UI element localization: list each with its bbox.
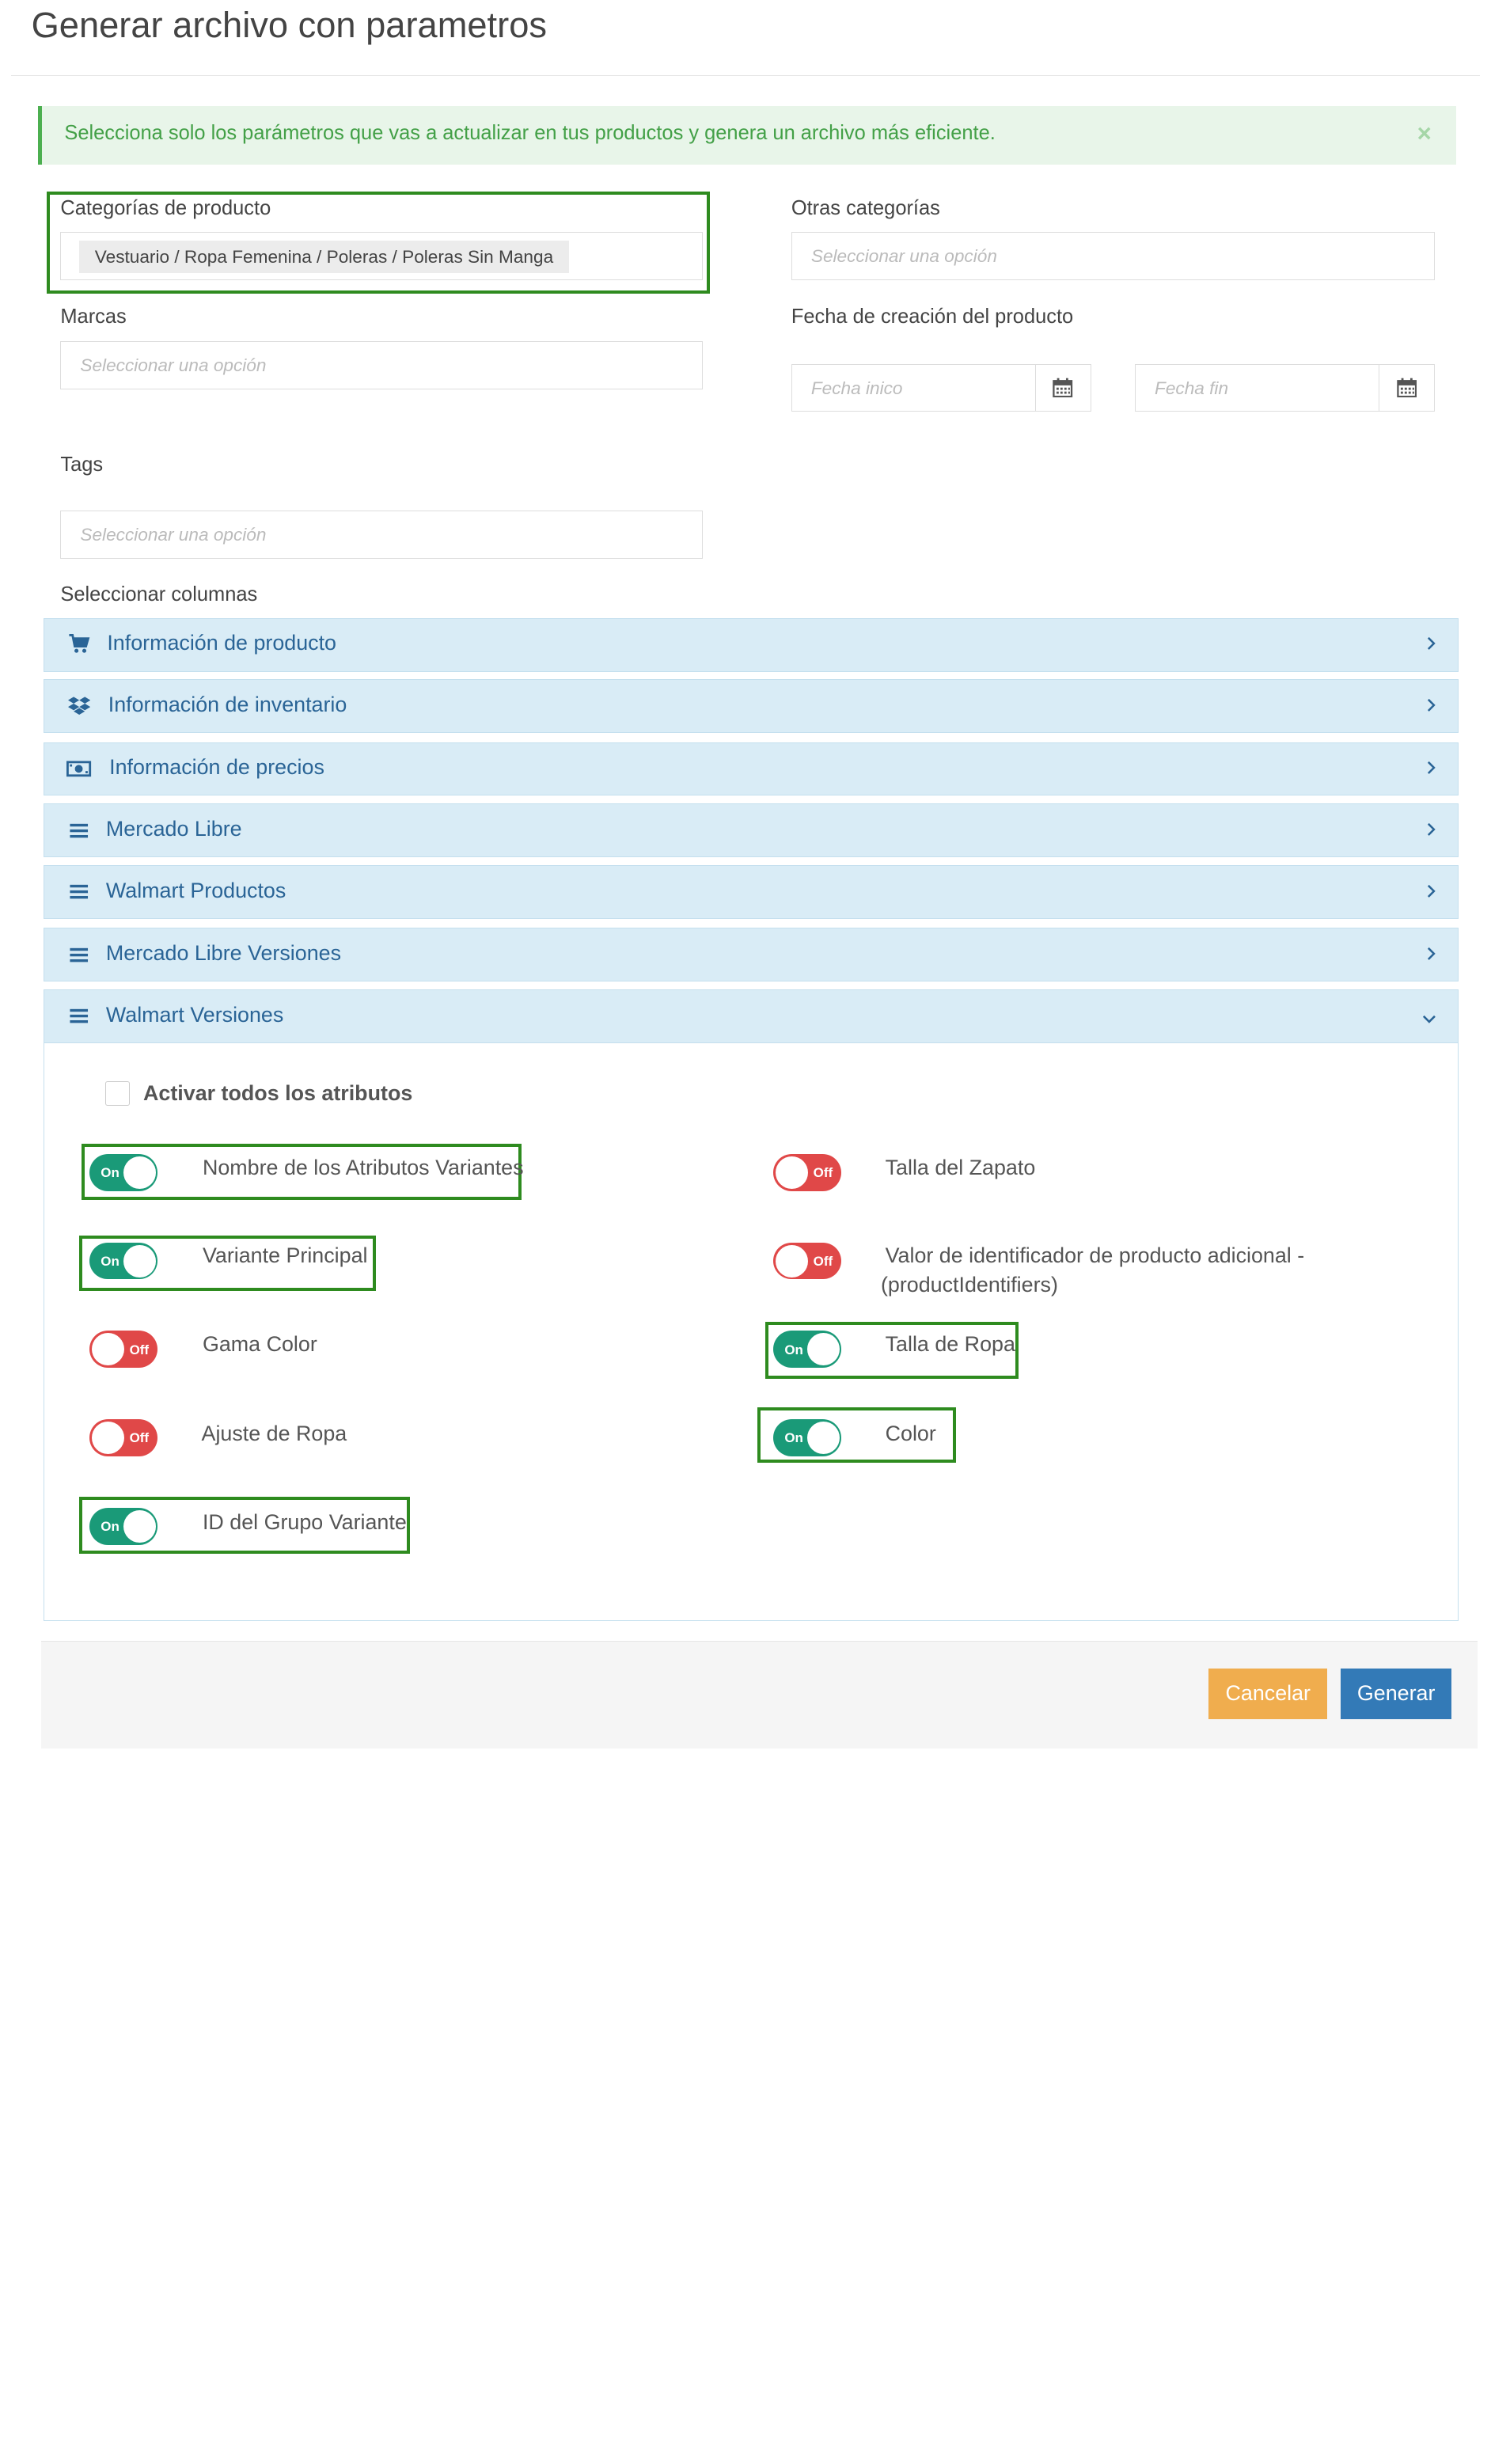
chevron-down-icon: [1421, 1009, 1437, 1030]
toggle-knob: [806, 1422, 840, 1455]
accordion-walmart-versiones[interactable]: Walmart Versiones: [44, 989, 1459, 1044]
list-icon: [66, 943, 91, 966]
chevron-right-icon: [1426, 760, 1437, 780]
attr-label: Valor de identificador de producto adici…: [880, 1243, 1305, 1297]
toggle-knob: [91, 1333, 124, 1366]
accordion-title: Walmart Versiones: [105, 1002, 284, 1027]
accordion-walmart-productos[interactable]: Walmart Productos: [44, 865, 1459, 920]
otras-categorias-label: Otras categorías: [791, 196, 940, 219]
toggle-knob: [776, 1244, 809, 1278]
attr-label: Gama Color: [202, 1332, 317, 1357]
toggle-state-text: On: [101, 1253, 120, 1269]
toggle-knob: [91, 1422, 124, 1455]
toggle-knob: [806, 1333, 840, 1366]
list-icon: [66, 881, 91, 903]
chevron-right-icon: [1426, 822, 1437, 842]
toggle-state-text: Off: [129, 1430, 150, 1446]
fecha-inicio-input[interactable]: Fecha inico: [791, 363, 1091, 412]
attr-label: Nombre de los Atributos Variantes: [202, 1155, 524, 1179]
attr-toggle-nombre-atributos-variantes[interactable]: On: [89, 1154, 158, 1191]
toggle-state-text: Off: [813, 1165, 833, 1181]
attr-label: Color: [885, 1422, 936, 1446]
attr-toggle-talla-ropa[interactable]: On: [773, 1331, 842, 1369]
accordion-title: Mercado Libre Versiones: [105, 940, 342, 965]
fecha-inicio-placeholder: Fecha inico: [810, 378, 903, 398]
list-icon: [66, 1005, 91, 1027]
money-icon: [66, 757, 92, 780]
attr-label: ID del Grupo Variante: [202, 1509, 407, 1534]
attr-toggle-color[interactable]: On: [773, 1419, 842, 1456]
dropbox-icon: [66, 695, 91, 717]
generate-button[interactable]: Generar: [1341, 1669, 1452, 1719]
toggle-knob: [123, 1244, 156, 1278]
accordion-title: Mercado Libre: [105, 816, 242, 841]
toggle-knob: [776, 1156, 809, 1189]
otras-categorias-placeholder: Seleccionar una opción: [810, 245, 997, 266]
toggle-state-text: On: [101, 1165, 120, 1181]
attr-toggle-variante-principal[interactable]: On: [89, 1242, 158, 1280]
toggle-knob: [123, 1156, 156, 1189]
info-alert: Selecciona solo los parámetros que vas a…: [38, 106, 1456, 165]
accordion-informacion-producto[interactable]: Información de producto: [44, 617, 1459, 672]
marcas-select[interactable]: Seleccionar una opción: [60, 341, 704, 390]
accordion-title: Información de precios: [109, 755, 324, 780]
toggle-knob: [123, 1509, 156, 1543]
title-divider: [11, 74, 1480, 77]
categorias-select[interactable]: Vestuario / Ropa Femenina / Poleras / Po…: [60, 231, 704, 280]
list-icon: [66, 819, 91, 841]
attr-toggle-gama-color[interactable]: Off: [89, 1331, 158, 1369]
marcas-label: Marcas: [60, 306, 127, 328]
close-icon[interactable]: ×: [1417, 120, 1432, 148]
fecha-fin-placeholder: Fecha fin: [1155, 378, 1229, 398]
modal-footer: Cancelar Generar: [41, 1641, 1478, 1748]
toggle-state-text: Off: [813, 1253, 833, 1269]
activar-todos-label: Activar todos los atributos: [143, 1081, 413, 1106]
fecha-creacion-label: Fecha de creación del producto: [791, 306, 1074, 328]
accordion-informacion-inventario[interactable]: Información de inventario: [44, 679, 1459, 734]
tags-select[interactable]: Seleccionar una opción: [60, 510, 704, 559]
tags-placeholder: Seleccionar una opción: [80, 524, 267, 545]
toggle-state-text: On: [784, 1430, 803, 1446]
otras-categorias-select[interactable]: Seleccionar una opción: [791, 231, 1435, 280]
attr-toggle-talla-zapato[interactable]: Off: [773, 1154, 842, 1191]
accordion-title: Información de producto: [107, 631, 336, 655]
chevron-right-icon: [1426, 946, 1437, 966]
accordion-mercado-libre[interactable]: Mercado Libre: [44, 803, 1459, 858]
attr-label: Talla del Zapato: [885, 1155, 1036, 1179]
cancel-button[interactable]: Cancelar: [1208, 1669, 1328, 1719]
calendar-icon[interactable]: [1034, 364, 1091, 411]
calendar-icon[interactable]: [1378, 364, 1434, 411]
toggle-state-text: Off: [129, 1342, 150, 1357]
fecha-fin-input[interactable]: Fecha fin: [1134, 363, 1435, 412]
attr-label: Ajuste de Ropa: [201, 1422, 347, 1446]
chevron-right-icon: [1426, 636, 1437, 656]
tags-label: Tags: [60, 453, 104, 476]
chevron-right-icon: [1426, 697, 1437, 718]
categorias-label: Categorías de producto: [60, 196, 271, 219]
generate-file-modal: Generar archivo con parametros Seleccion…: [0, 0, 1491, 1748]
accordion-informacion-precios[interactable]: Información de precios: [44, 742, 1459, 796]
attr-toggle-ajuste-ropa[interactable]: Off: [89, 1419, 158, 1456]
categoria-chip[interactable]: Vestuario / Ropa Femenina / Poleras / Po…: [78, 240, 569, 273]
toggle-state-text: On: [784, 1342, 803, 1357]
attr-label: Talla de Ropa: [885, 1332, 1015, 1357]
accordion-title: Información de inventario: [108, 692, 347, 716]
chevron-right-icon: [1426, 883, 1437, 903]
attr-label: Variante Principal: [202, 1243, 368, 1268]
marcas-placeholder: Seleccionar una opción: [80, 355, 267, 376]
toggle-state-text: On: [101, 1519, 120, 1535]
activar-todos-checkbox[interactable]: [104, 1081, 131, 1107]
alert-text: Selecciona solo los parámetros que vas a…: [64, 122, 996, 145]
attr-toggle-identificador-adicional[interactable]: Off: [773, 1242, 842, 1280]
seleccionar-columnas-label: Seleccionar columnas: [60, 583, 258, 606]
accordion-title: Walmart Productos: [105, 878, 286, 902]
attr-toggle-id-grupo-variante[interactable]: On: [89, 1507, 158, 1545]
cart-icon: [66, 633, 91, 655]
accordion-mercado-libre-versiones[interactable]: Mercado Libre Versiones: [44, 928, 1459, 982]
modal-title: Generar archivo con parametros: [31, 4, 547, 45]
